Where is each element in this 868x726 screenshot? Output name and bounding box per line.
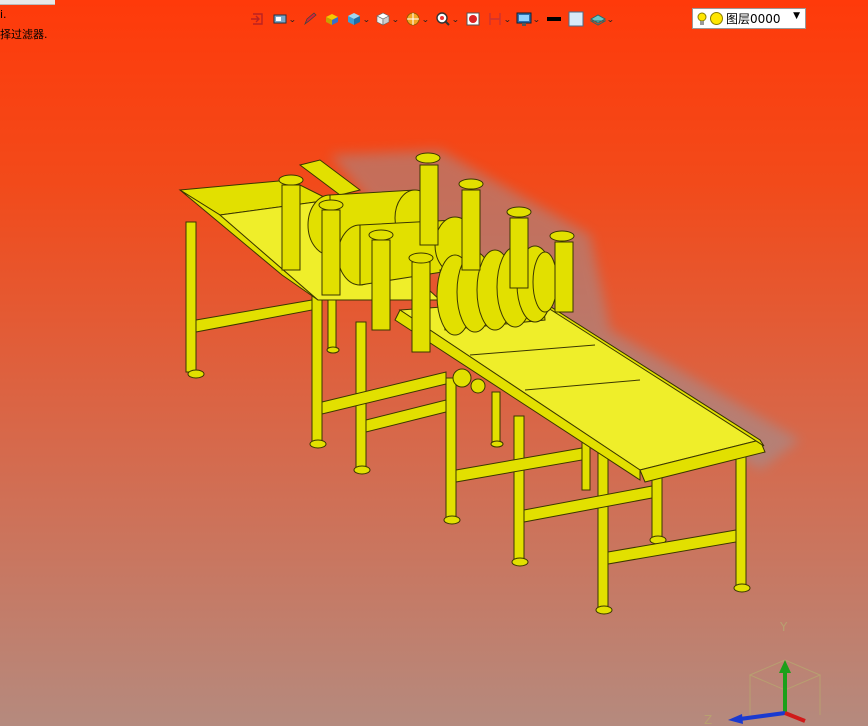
appearance-icon [466, 12, 480, 26]
x-axis-arrow [784, 711, 806, 723]
layer-color-dot [710, 12, 723, 25]
white-cube-icon [376, 12, 391, 26]
hide-show-icon [488, 13, 501, 25]
monitor-scene-icon [516, 12, 532, 26]
display-style-icon [273, 14, 287, 24]
z-axis-arrow [739, 711, 786, 721]
line-color-icon [546, 17, 561, 21]
cube-view-button[interactable]: ⌄ [344, 9, 372, 29]
line-color-button[interactable] [544, 9, 564, 29]
view-orientation-icon [251, 13, 263, 25]
layer-name: 图层0000 [726, 12, 781, 26]
graphics-viewport[interactable]: i. 择过滤器. ⌄ ⌄ ⌄ ⌄ ⌄ ⌄ ⌄ ⌄ 图层0000 ▼ Y Z [0, 0, 868, 726]
zoom-icon [436, 12, 450, 26]
layer-stack-icon [589, 14, 606, 26]
layer-dropdown[interactable]: 图层0000 ▼ [692, 8, 806, 29]
section-view-icon [406, 12, 420, 26]
pencil-edit-button[interactable] [300, 9, 320, 29]
chevron-down-icon: ⌄ [391, 14, 400, 24]
chevron-down-icon: ⌄ [502, 14, 511, 24]
chevron-down-icon: ⌄ [288, 14, 297, 24]
fill-color-button[interactable] [566, 9, 586, 29]
y-axis-label: Y [779, 620, 788, 634]
appearance-button[interactable] [463, 9, 483, 29]
display-style-button[interactable]: ⌄ [270, 9, 298, 29]
shaded-solid-icon [325, 14, 338, 25]
lightbulb-icon [697, 12, 707, 25]
dropdown-arrow-icon: ▼ [793, 11, 800, 21]
white-cube-button[interactable]: ⌄ [373, 9, 401, 29]
hide-show-button[interactable]: ⌄ [485, 9, 513, 29]
monitor-scene-button[interactable]: ⌄ [514, 9, 542, 29]
shaded-solid-button[interactable] [322, 9, 342, 29]
chevron-down-icon: ⌄ [421, 14, 430, 24]
view-orientation-button[interactable] [248, 9, 268, 29]
zoom-button[interactable]: ⌄ [433, 9, 461, 29]
section-view-button[interactable]: ⌄ [403, 9, 431, 29]
z-axis-arrowhead [728, 714, 743, 724]
pencil-edit-icon [303, 12, 317, 26]
chevron-down-icon: ⌄ [451, 14, 460, 24]
heads-up-toolbar: ⌄ ⌄ ⌄ ⌄ ⌄ ⌄ ⌄ ⌄ [248, 8, 616, 30]
layer-stack-button[interactable]: ⌄ [588, 9, 616, 29]
axis-triad[interactable]: Y Z [700, 615, 830, 726]
cube-view-icon [347, 13, 360, 25]
z-axis-label: Z [704, 713, 712, 726]
chevron-down-icon: ⌄ [532, 14, 541, 24]
chevron-down-icon: ⌄ [606, 14, 615, 24]
chevron-down-icon: ⌄ [362, 14, 371, 24]
fill-color-icon [568, 11, 584, 27]
